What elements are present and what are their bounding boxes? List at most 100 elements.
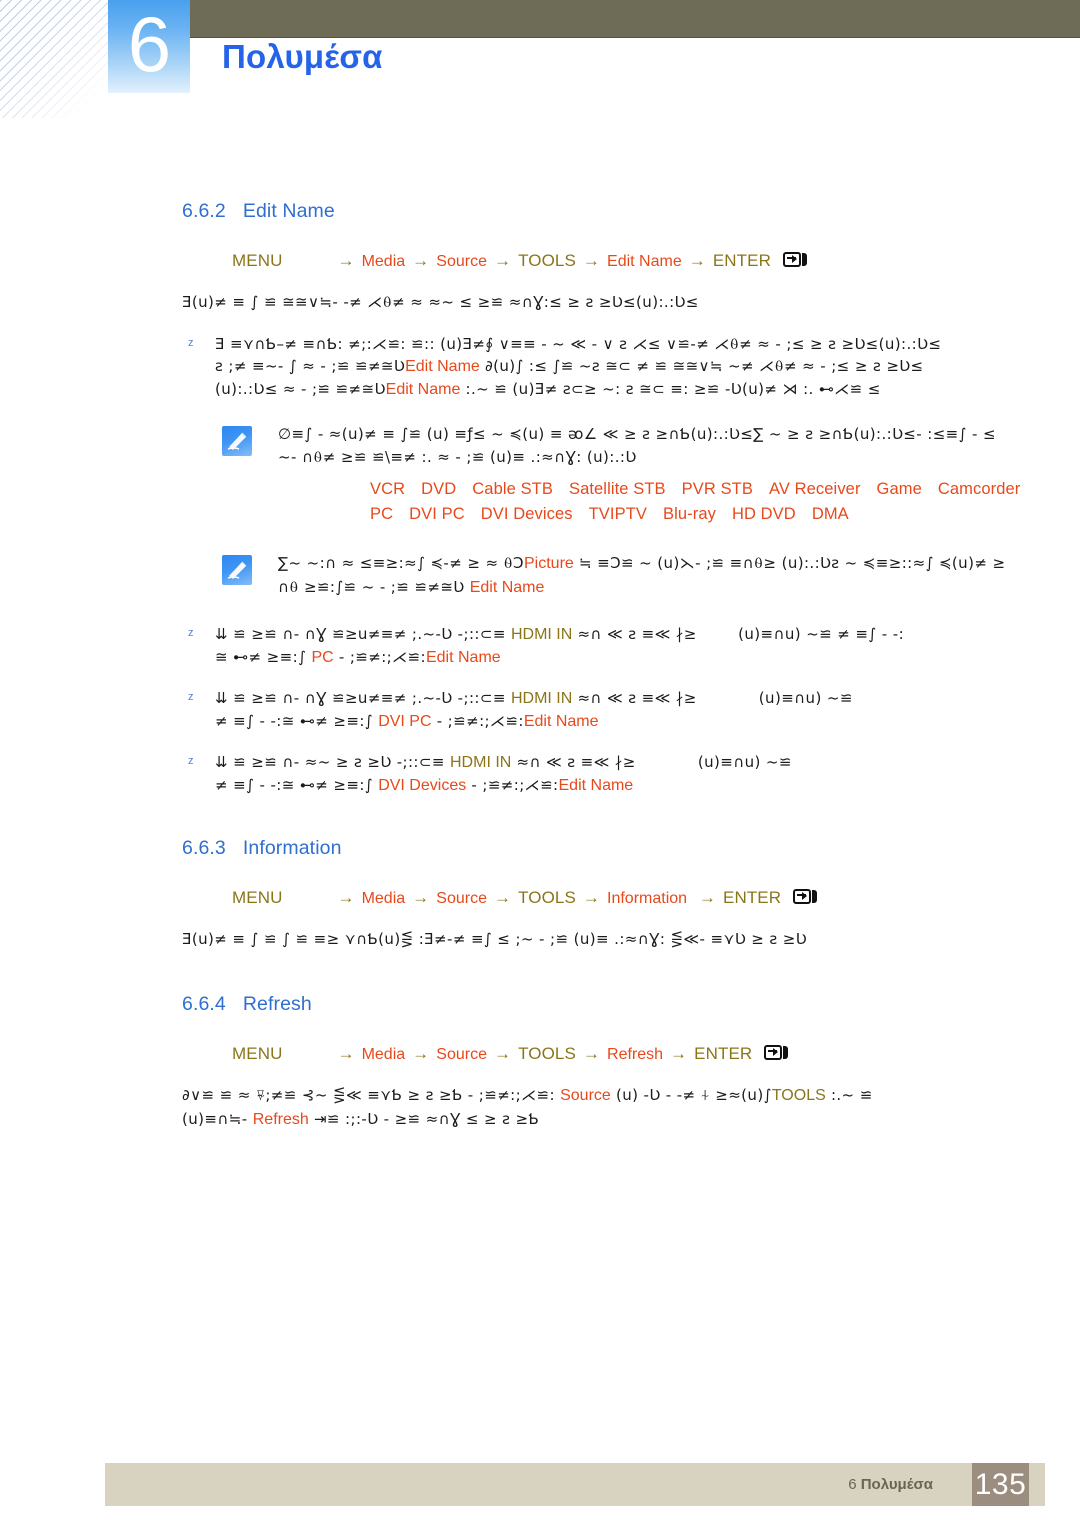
paragraph-line: (u)≡∩≒- Refresh ⇥≌ :;:-Ʋ - ≥≌ ≈∩Ɣ ≤ ≥ ꙅ … bbox=[182, 1110, 540, 1128]
inline-token-edit-name: Edit Name bbox=[558, 777, 634, 794]
paragraph-line: ∂∨≌ ≌ ≈ ⍫;≠≌ ⊰~ ⋚≪ ≡⋎Ƅ ≥ ꙅ ≥Ƅ - ;≌≠:;⋌≌:… bbox=[182, 1086, 873, 1104]
device-name-options: VCR DVD Cable STB Satellite STB PVR STB AV Re… bbox=[370, 480, 1080, 524]
inline-token-edit-name: Edit Name bbox=[523, 713, 599, 730]
device-option-vcr[interactable]: VCR bbox=[370, 480, 405, 498]
menu-step-media[interactable]: Media bbox=[362, 1046, 406, 1063]
page-number: 135 bbox=[972, 1463, 1029, 1506]
header-olive-bar bbox=[190, 0, 1080, 38]
device-option-camcorder[interactable]: Camcorder bbox=[938, 480, 1021, 498]
paragraph-line: ⇊ ≌ ≥≌ ∩- ≈~ ≥ ꙅ ≥Ʋ -;::⊂≡ HDMI IN ≈∩ ≪ … bbox=[215, 753, 792, 771]
inline-token-edit-name: Edit Name bbox=[469, 579, 545, 596]
menu-step-source[interactable]: Source bbox=[436, 1046, 487, 1063]
device-option-dvd[interactable]: DVD bbox=[421, 480, 456, 498]
corner-hatch-decoration bbox=[0, 0, 112, 118]
menu-arrow-icon: → bbox=[582, 1044, 601, 1063]
menu-step-tools[interactable]: TOOLS bbox=[518, 251, 576, 270]
inline-token-tools: TOOLS bbox=[771, 1087, 826, 1104]
paragraph-line: ⇊ ≌ ≥≌ ∩- ∩Ɣ ≌≥u≠≡≠ ;.~-Ʋ -;::⊂≡ HDMI IN… bbox=[215, 625, 905, 643]
menu-step-source[interactable]: Source bbox=[436, 253, 487, 270]
note-pen-icon bbox=[222, 426, 252, 456]
device-option-av-receiver[interactable]: AV Receiver bbox=[769, 480, 861, 498]
menu-arrow-icon: → bbox=[493, 1044, 512, 1063]
menu-path-root: MENU bbox=[232, 888, 283, 907]
inline-token-hdmi-in: HDMI IN bbox=[510, 626, 573, 643]
section-number: 6.6.2 bbox=[182, 200, 226, 222]
menu-arrow-icon: → bbox=[582, 251, 601, 270]
bullet-marker: z bbox=[188, 755, 194, 767]
menu-path-information: MENU → Media → Source → TOOLS → Information → ENT… bbox=[232, 888, 1080, 908]
section-title: Refresh bbox=[242, 993, 312, 1015]
menu-step-source[interactable]: Source bbox=[436, 890, 487, 907]
bullet-marker: z bbox=[188, 691, 194, 703]
inline-token-source: Source bbox=[560, 1087, 611, 1104]
menu-arrow-icon: → bbox=[337, 251, 355, 270]
list-item: z ⇊ ≌ ≥≌ ∩- ≈~ ≥ ꙅ ≥Ʋ -;::⊂≡ HDMI IN ≈∩ … bbox=[182, 753, 1080, 795]
enter-key-icon bbox=[793, 889, 818, 906]
menu-arrow-icon: → bbox=[582, 888, 601, 907]
menu-path-refresh: MENU → Media → Source → TOOLS → Refresh → ENTER bbox=[232, 1044, 1080, 1064]
section-heading-refresh: 6.6.4 Refresh bbox=[182, 993, 1080, 1016]
list-item: z ⇊ ≌ ≥≌ ∩- ∩Ɣ ≌≥u≠≡≠ ;.~-Ʋ -;::⊂≡ HDMI … bbox=[182, 689, 1080, 731]
section-heading-edit-name: 6.6.2 Edit Name bbox=[182, 200, 1080, 223]
paragraph-line: ~- ∩⍬≠ ≥≌ ≌\≡≠ :. ≈ - ;≌ (u)≡ .:≈∩Ɣ: (u)… bbox=[278, 448, 637, 466]
menu-arrow-icon: → bbox=[698, 888, 716, 907]
paragraph-line: ≠ ≡∫ - -:≅ ⊷≠ ≥≡:∫ DVI Devices - ;≌≠:;⋌≌… bbox=[215, 776, 634, 794]
inline-token-edit-name: Edit Name bbox=[405, 358, 480, 375]
paragraph-line: ⇊ ≌ ≥≌ ∩- ∩Ɣ ≌≥u≠≡≠ ;.~-Ʋ -;::⊂≡ HDMI IN… bbox=[215, 689, 853, 707]
list-item: z Ǝ ≡⋎∩Ƅ–≠ ≡∩Ƅ: ≠;:⋌≌: ≌:: (u)Ǝ≠∮ ∨≡≡ - … bbox=[182, 335, 1080, 399]
page-footer: 6 Πολυμέσα 135 bbox=[105, 1463, 1045, 1506]
device-option-cable-stb[interactable]: Cable STB bbox=[472, 480, 553, 498]
page-title: Πολυμέσα bbox=[222, 38, 383, 75]
device-option-pc[interactable]: PC bbox=[370, 505, 393, 523]
section-heading-information: 6.6.3 Information bbox=[182, 837, 1080, 860]
list-item: z ⇊ ≌ ≥≌ ∩- ∩Ɣ ≌≥u≠≡≠ ;.~-Ʋ -;::⊂≡ HDMI … bbox=[182, 625, 1080, 667]
menu-step-tools[interactable]: TOOLS bbox=[518, 888, 576, 907]
menu-step-information[interactable]: Information bbox=[607, 890, 687, 907]
menu-step-edit-name[interactable]: Edit Name bbox=[607, 253, 682, 270]
note-block: ∑~ ~:∩ ≈ ≤≡≥:≈∫ ≼-≠ ≥ ≈ ⍬ϽPicture ≒ ≡Ͻ≌ … bbox=[222, 554, 1080, 597]
bullet-marker: z bbox=[188, 337, 194, 349]
section-lead-paragraph: Ǝ(u)≠ ≡ ∫ ≌ ∫ ≌ ≡≥ ⋎∩Ƅ(u)⋚ :Ǝ≠-≠ ≡∫ ≤ ;~… bbox=[182, 930, 807, 948]
inline-token-dvi-pc: DVI PC bbox=[378, 713, 432, 730]
document-content: 6.6.2 Edit Name MENU → Media → Source → TOOLS → E… bbox=[0, 200, 1080, 1129]
menu-step-media[interactable]: Media bbox=[362, 890, 406, 907]
bullet-marker: z bbox=[188, 627, 194, 639]
section-title: Information bbox=[242, 837, 342, 859]
section-number: 6.6.4 bbox=[182, 993, 226, 1015]
menu-step-enter[interactable]: ENTER bbox=[723, 888, 781, 907]
device-option-dvi-devices[interactable]: DVI Devices bbox=[481, 505, 573, 523]
menu-arrow-icon: → bbox=[337, 888, 355, 907]
menu-step-enter[interactable]: ENTER bbox=[694, 1044, 752, 1063]
inline-token-refresh: Refresh bbox=[252, 1111, 309, 1128]
paragraph-line: ≠ ≡∫ - -:≅ ⊷≠ ≥≡:∫ DVI PC - ;≌≠:;⋌≌:Edit… bbox=[215, 712, 599, 730]
menu-step-refresh[interactable]: Refresh bbox=[607, 1046, 663, 1063]
menu-arrow-icon: → bbox=[412, 1044, 430, 1063]
menu-step-enter[interactable]: ENTER bbox=[713, 251, 771, 270]
menu-arrow-icon: → bbox=[412, 251, 430, 270]
section-number: 6.6.3 bbox=[182, 837, 226, 859]
inline-token-pc: PC bbox=[311, 649, 334, 666]
menu-arrow-icon: → bbox=[337, 1044, 355, 1063]
paragraph-line: ≅ ⊷≠ ≥≡:∫ PC - ;≌≠:;⋌≌:Edit Name bbox=[215, 648, 501, 666]
device-option-dvi-pc[interactable]: DVI PC bbox=[409, 505, 465, 523]
footer-chapter-number: 6 bbox=[848, 1476, 857, 1493]
device-option-game[interactable]: Game bbox=[877, 480, 922, 498]
device-option-pvr-stb[interactable]: PVR STB bbox=[682, 480, 753, 498]
menu-arrow-icon: → bbox=[493, 888, 512, 907]
menu-step-tools[interactable]: TOOLS bbox=[518, 1044, 576, 1063]
device-option-hd-dvd[interactable]: HD DVD bbox=[732, 505, 796, 523]
paragraph-line: ∅≡∫ - ≈(u)≠ ≡ ∫≌ (u) ≡ƒ≤ ~ ≼(u) ≡ ᴔ∠ ≪ ≥… bbox=[278, 425, 996, 443]
section-title: Edit Name bbox=[242, 200, 335, 222]
enter-key-icon bbox=[782, 252, 807, 269]
inline-token-edit-name: Edit Name bbox=[385, 381, 461, 398]
device-option-satellite-stb[interactable]: Satellite STB bbox=[569, 480, 666, 498]
menu-path-edit-name: MENU → Media → Source → TOOLS → Edit Name → ENTER bbox=[232, 251, 1080, 271]
device-option-tviptv[interactable]: TVIPTV bbox=[589, 505, 647, 523]
menu-step-media[interactable]: Media bbox=[362, 253, 406, 270]
paragraph-line: Ǝ ≡⋎∩Ƅ–≠ ≡∩Ƅ: ≠;:⋌≌: ≌:: (u)Ǝ≠∮ ∨≡≡ - ~ … bbox=[215, 335, 942, 353]
device-option-blu-ray[interactable]: Blu-ray bbox=[663, 505, 716, 523]
inline-token-hdmi-in: HDMI IN bbox=[450, 754, 512, 771]
device-option-dma[interactable]: DMA bbox=[812, 505, 849, 523]
menu-arrow-icon: → bbox=[412, 888, 430, 907]
footer-chapter-reference: 6 Πολυμέσα bbox=[848, 1476, 933, 1493]
